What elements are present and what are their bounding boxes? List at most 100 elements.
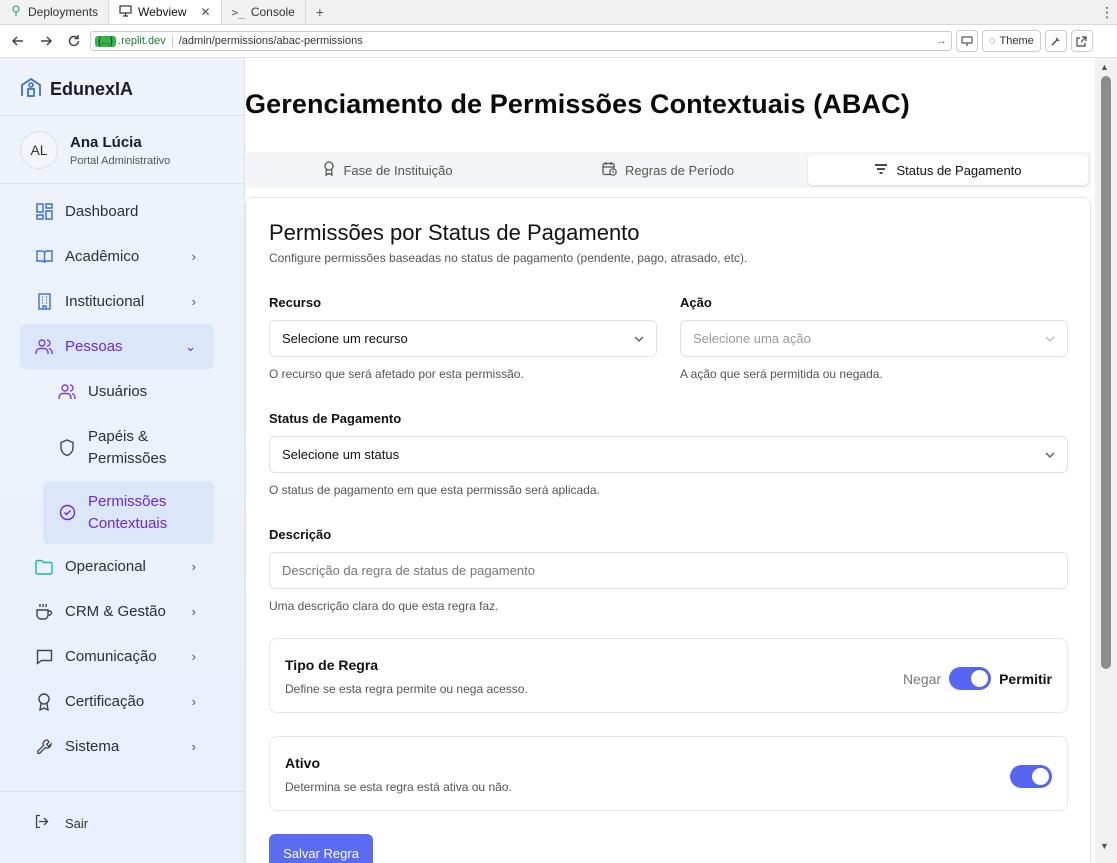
- sidebar-item-dashboard[interactable]: Dashboard: [20, 189, 214, 234]
- more-menu-icon[interactable]: ⋮: [1097, 0, 1117, 24]
- sidebar-item-academico[interactable]: Acadêmico ›: [20, 234, 214, 279]
- page-title: Gerenciamento de Permissões Contextuais …: [245, 89, 910, 119]
- tab-status-pagamento[interactable]: Status de Pagamento: [808, 155, 1088, 185]
- tab-console[interactable]: >_ Console: [222, 0, 306, 24]
- devices-icon[interactable]: [956, 30, 978, 52]
- ativo-switch[interactable]: [1010, 765, 1052, 788]
- filter-icon: [874, 163, 888, 178]
- sidebar-item-crm[interactable]: CRM & Gestão ›: [20, 589, 214, 634]
- wrench-icon: [35, 738, 53, 756]
- user-role: Portal Administrativo: [70, 154, 171, 167]
- sidebar-subitem-permissoes-contextuais[interactable]: Permissões Contextuais: [43, 481, 214, 544]
- message-icon: [35, 648, 53, 666]
- descricao-input[interactable]: Descrição da regra de status de pagament…: [269, 552, 1068, 589]
- status-label: Status de Pagamento: [269, 411, 402, 426]
- tab-label: Console: [250, 5, 295, 19]
- monitor-icon: [119, 4, 132, 20]
- url-host: {...} .replit.dev: [95, 35, 173, 47]
- brand[interactable]: EdunexIA: [20, 76, 133, 103]
- sidebar-item-institucional[interactable]: Institucional ›: [20, 279, 214, 324]
- url-path: /admin/permissions/abac-permissions: [178, 35, 363, 47]
- user-group-icon: [58, 383, 76, 401]
- recurso-help: O recurso que será afetado por esta perm…: [269, 367, 524, 381]
- tab-deployments[interactable]: Deployments: [0, 0, 110, 24]
- save-rule-button[interactable]: Salvar Regra: [269, 834, 373, 863]
- divider: [0, 115, 245, 116]
- sidebar-item-comunicacao[interactable]: Comunicação ›: [20, 634, 214, 679]
- sidebar-nav: Dashboard Acadêmico › Institucional › Pe…: [20, 189, 214, 769]
- users-icon: [35, 338, 53, 356]
- recurso-select[interactable]: Selecione um recurso: [269, 320, 657, 357]
- sidebar-item-sistema[interactable]: Sistema ›: [20, 724, 214, 769]
- scrollbar-thumb[interactable]: [1101, 76, 1111, 669]
- permission-card: Permissões por Status de Pagamento Confi…: [245, 197, 1091, 863]
- tab-regras-periodo[interactable]: Regras de Período: [528, 155, 808, 185]
- chevron-right-icon: ›: [191, 694, 196, 709]
- user-profile[interactable]: AL Ana Lúcia Portal Administrativo: [20, 131, 170, 169]
- logout-button[interactable]: Sair: [34, 814, 88, 832]
- scroll-down-icon[interactable]: ▼: [1100, 841, 1109, 851]
- sidebar-item-pessoas[interactable]: Pessoas ⌄: [20, 324, 214, 369]
- status-select[interactable]: Selecione um status: [269, 436, 1068, 473]
- chevron-right-icon: ›: [191, 604, 196, 619]
- recurso-value: Selecione um recurso: [282, 331, 408, 346]
- sidebar: EdunexIA AL Ana Lúcia Portal Administrat…: [0, 58, 245, 863]
- new-tab-button[interactable]: +: [306, 0, 334, 24]
- forward-icon[interactable]: [34, 29, 58, 53]
- sidebar-item-label: Usuários: [88, 382, 148, 400]
- chevron-down-icon: [634, 333, 644, 345]
- sidebar-item-certificacao[interactable]: Certificação ›: [20, 679, 214, 724]
- chevron-down-icon: [1045, 449, 1055, 461]
- tab-label: Fase de Instituição: [343, 162, 453, 178]
- award-icon: [35, 692, 53, 711]
- descricao-placeholder: Descrição da regra de status de pagament…: [282, 563, 535, 578]
- tipo-regra-switch[interactable]: [949, 667, 992, 690]
- tab-webview[interactable]: Webview ✕: [109, 0, 222, 24]
- theme-button[interactable]: ◌ Theme: [982, 30, 1041, 52]
- url-field[interactable]: {...} .replit.dev /admin/permissions/aba…: [90, 31, 952, 51]
- status-help: O status de pagamento em que esta permis…: [269, 483, 600, 497]
- award-icon: [323, 161, 335, 179]
- sidebar-item-label: Sistema: [65, 738, 120, 755]
- sidebar-item-label-line2: Contextuais: [88, 514, 168, 532]
- scroll-up-icon[interactable]: ▲: [1100, 62, 1109, 72]
- ativo-title: Ativo: [285, 755, 320, 771]
- page-scrollbar[interactable]: ▲ ▼: [1095, 58, 1117, 863]
- tab-fase-instituicao[interactable]: Fase de Instituição: [248, 155, 528, 185]
- recurso-label: Recurso: [269, 295, 322, 310]
- tab-label: Deployments: [28, 5, 99, 19]
- terminal-icon: >_: [231, 5, 245, 19]
- acao-select[interactable]: Selecione uma ação: [680, 320, 1068, 357]
- descricao-help: Uma descrição clara do que esta regra fa…: [269, 599, 499, 613]
- card-title: Permissões por Status de Pagamento: [269, 220, 640, 245]
- sidebar-item-label: Acadêmico: [65, 248, 140, 265]
- tipo-regra-box: Tipo de Regra Define se esta regra permi…: [269, 638, 1068, 713]
- go-arrow-icon[interactable]: →: [936, 35, 947, 47]
- ativo-desc: Determina se esta regra está ativa ou nã…: [285, 780, 512, 794]
- close-icon[interactable]: ✕: [201, 5, 211, 19]
- permitir-label: Permitir: [999, 670, 1052, 687]
- tab-label: Status de Pagamento: [896, 162, 1022, 178]
- sidebar-subitem-usuarios[interactable]: Usuários: [20, 369, 214, 414]
- browser-tabbar: Deployments Webview ✕ >_ Console + ⋮: [0, 0, 1117, 25]
- acao-value: Selecione uma ação: [693, 331, 811, 346]
- devtools-icon[interactable]: [1044, 30, 1067, 52]
- host-text: .replit.dev: [118, 35, 166, 47]
- acao-help: A ação que será permitida ou negada.: [680, 367, 883, 381]
- sidebar-item-label: Comunicação: [65, 648, 157, 665]
- divider: [0, 183, 245, 184]
- sidebar-item-label: Operacional: [65, 558, 146, 575]
- back-icon[interactable]: [6, 29, 30, 53]
- deploy-icon: [10, 4, 22, 20]
- sidebar-item-operacional[interactable]: Operacional ›: [20, 544, 214, 589]
- sidebar-item-label: Certificação: [65, 693, 145, 710]
- open-external-icon[interactable]: [1070, 30, 1093, 52]
- logout-label: Sair: [65, 815, 89, 831]
- sidebar-item-label: Institucional: [65, 293, 145, 310]
- reload-icon[interactable]: [62, 29, 86, 53]
- sidebar-item-label-line1: Permissões: [88, 492, 167, 510]
- chevron-right-icon: ›: [191, 739, 196, 754]
- shield-icon: [58, 438, 76, 457]
- building-icon: [35, 293, 53, 311]
- sidebar-subitem-papeis[interactable]: Papéis & Permissões: [20, 414, 214, 481]
